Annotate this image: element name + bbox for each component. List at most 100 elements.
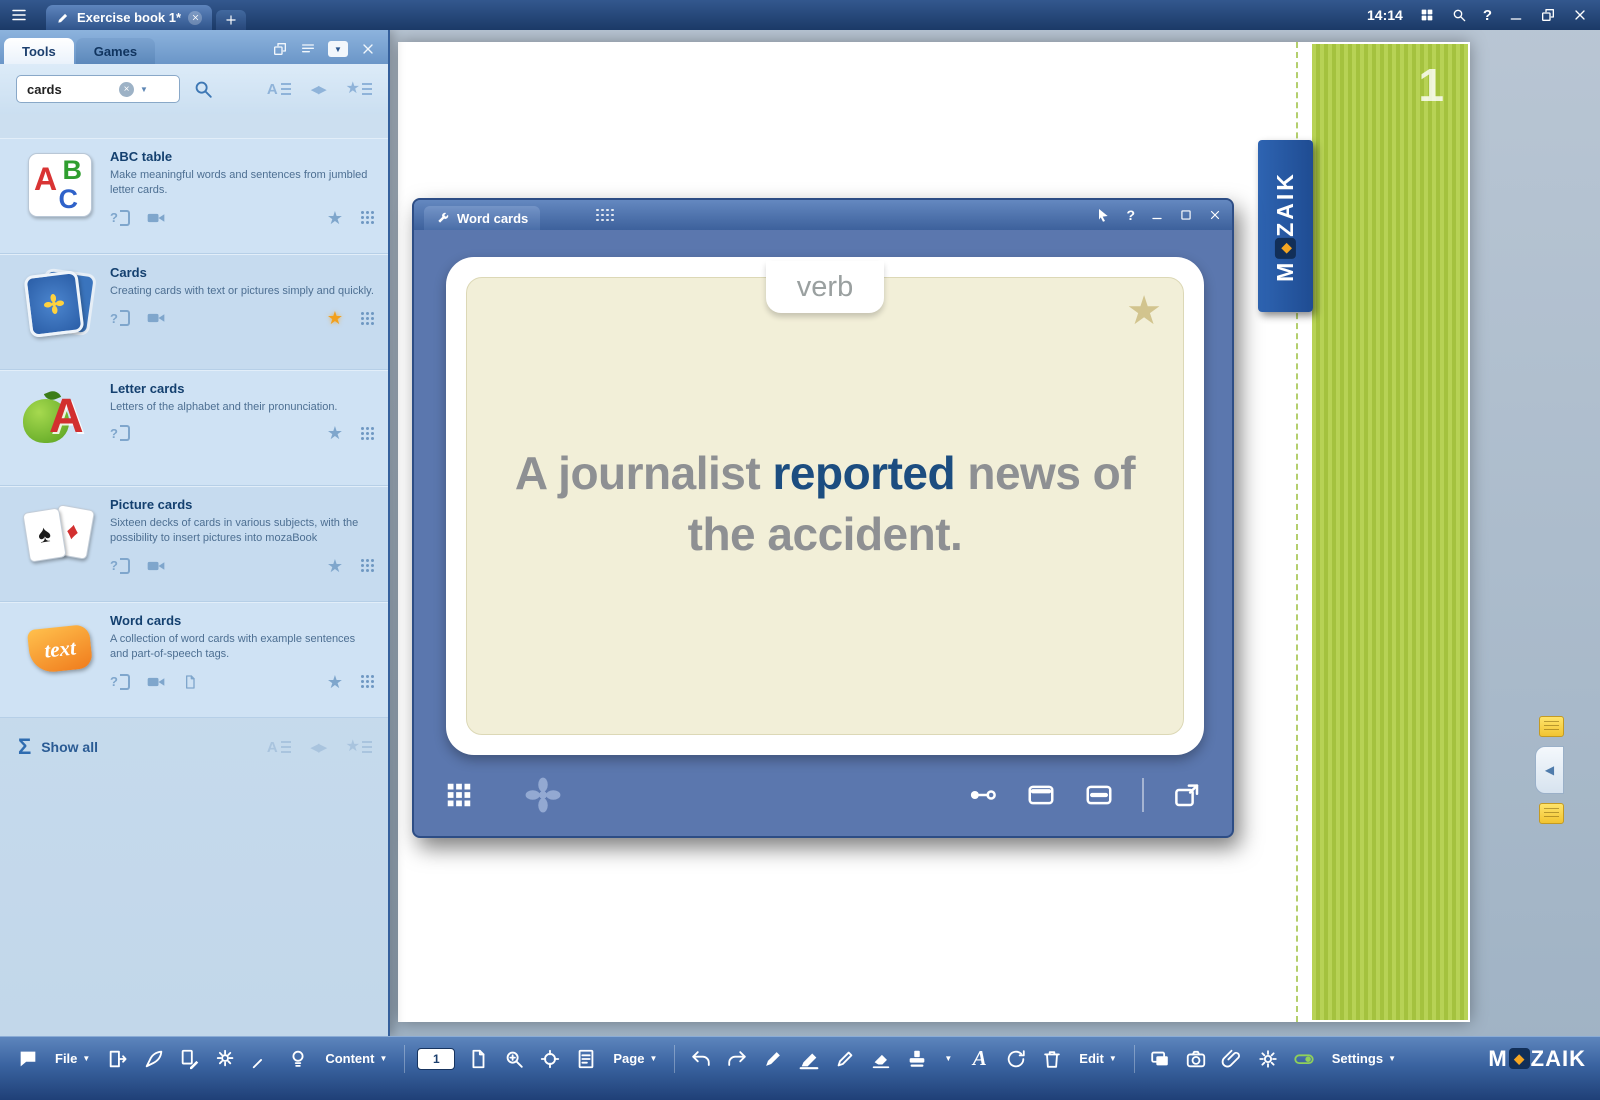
help-button[interactable]: ? bbox=[1483, 8, 1492, 23]
bookmark-note-icon[interactable] bbox=[1539, 716, 1564, 737]
dots-grid-icon[interactable] bbox=[361, 559, 374, 572]
panel-dropdown-button[interactable]: ▼ bbox=[328, 41, 348, 57]
eraser-icon[interactable] bbox=[870, 1048, 892, 1070]
video-icon[interactable] bbox=[146, 208, 166, 228]
undo-icon[interactable] bbox=[690, 1048, 712, 1070]
sort-alphabetical-icon[interactable]: A bbox=[267, 740, 291, 755]
window-help-button[interactable]: ? bbox=[1126, 207, 1135, 223]
help-icon[interactable]: ? bbox=[110, 310, 130, 326]
search-combo[interactable]: × ▼ bbox=[16, 75, 180, 103]
highlighter-icon[interactable] bbox=[798, 1048, 820, 1070]
tool-item-picture-cards[interactable]: ♦ ♠ Picture cards Sixteen decks of cards… bbox=[0, 486, 388, 602]
tool-item-cards[interactable]: Cards Creating cards with text or pictur… bbox=[0, 254, 388, 370]
favorites-filter-icon[interactable]: ★ bbox=[346, 739, 372, 755]
new-tab-button[interactable] bbox=[216, 10, 246, 30]
settings-menu[interactable]: Settings▼ bbox=[1327, 1045, 1401, 1072]
shuffle-toggle-icon[interactable] bbox=[968, 780, 998, 810]
apps-grid-button[interactable] bbox=[1419, 7, 1435, 23]
redo-icon[interactable] bbox=[726, 1048, 748, 1070]
help-icon[interactable]: ? bbox=[110, 674, 130, 690]
page-menu[interactable]: Page▼ bbox=[608, 1045, 662, 1072]
page-list-icon[interactable] bbox=[575, 1048, 597, 1070]
notes-icon[interactable] bbox=[179, 1048, 201, 1070]
exercise-book-tab[interactable]: Exercise book 1* bbox=[46, 5, 212, 30]
part-of-speech-tab[interactable]: verb bbox=[766, 261, 884, 313]
card-back-button[interactable] bbox=[1084, 780, 1114, 810]
panel-pull-tab[interactable]: ◀ bbox=[1535, 746, 1564, 794]
attachment-icon[interactable] bbox=[1221, 1048, 1243, 1070]
help-icon[interactable]: ? bbox=[110, 210, 130, 226]
delete-icon[interactable] bbox=[1041, 1048, 1063, 1070]
dart-icon[interactable] bbox=[251, 1048, 273, 1070]
toggle-switch-icon[interactable] bbox=[1293, 1048, 1315, 1070]
tool-item-word-cards[interactable]: text Word cards A collection of word car… bbox=[0, 602, 388, 718]
favorite-star-icon[interactable]: ★ bbox=[327, 673, 343, 691]
edit-menu[interactable]: Edit▼ bbox=[1074, 1045, 1121, 1072]
show-all-link[interactable]: Show all bbox=[41, 739, 98, 755]
undock-panel-icon[interactable] bbox=[272, 41, 288, 57]
deck-grid-button[interactable] bbox=[444, 780, 474, 810]
help-icon[interactable]: ? bbox=[110, 425, 130, 441]
sort-alphabetical-icon[interactable]: A bbox=[267, 82, 291, 97]
next-card-button[interactable] bbox=[1172, 780, 1202, 810]
window-maximize-button[interactable] bbox=[1179, 208, 1193, 222]
favorites-filter-icon[interactable]: ★ bbox=[346, 81, 372, 97]
card-favorite-star-icon[interactable]: ★ bbox=[1126, 291, 1162, 331]
list-view-icon[interactable] bbox=[300, 41, 316, 57]
word-cards-window[interactable]: Word cards ? verb ★ A journalist reporte… bbox=[412, 198, 1234, 838]
dots-grid-icon[interactable] bbox=[361, 312, 374, 325]
drawing-tools-dropdown[interactable]: ▼ bbox=[939, 1045, 957, 1072]
zoom-icon[interactable] bbox=[503, 1048, 525, 1070]
pencil-draw-icon[interactable] bbox=[834, 1048, 856, 1070]
pointer-mode-icon[interactable] bbox=[1095, 207, 1111, 223]
window-close-button[interactable] bbox=[1208, 208, 1222, 222]
rotate-icon[interactable] bbox=[1005, 1048, 1027, 1070]
stamp-icon[interactable] bbox=[906, 1048, 928, 1070]
panel-close-button[interactable] bbox=[360, 41, 376, 57]
search-button[interactable] bbox=[1451, 7, 1467, 23]
dots-grid-icon[interactable] bbox=[361, 427, 374, 440]
page-number-box[interactable]: 1 bbox=[417, 1048, 455, 1070]
document-icon[interactable] bbox=[182, 674, 198, 690]
window-minimize-button[interactable] bbox=[1150, 208, 1164, 222]
pen-tool-icon[interactable] bbox=[143, 1048, 165, 1070]
compare-arrows-icon[interactable]: ◀▶ bbox=[311, 741, 326, 754]
favorite-star-icon[interactable]: ★ bbox=[327, 424, 343, 442]
tab-close-button[interactable] bbox=[188, 11, 202, 25]
text-tool-icon[interactable]: A bbox=[973, 1048, 987, 1069]
tab-games[interactable]: Games bbox=[76, 38, 155, 64]
help-icon[interactable]: ? bbox=[110, 558, 130, 574]
search-input[interactable] bbox=[25, 81, 115, 98]
gear-icon[interactable] bbox=[1257, 1048, 1279, 1070]
media-icon[interactable] bbox=[1149, 1048, 1171, 1070]
tools-gear-icon[interactable] bbox=[215, 1048, 237, 1070]
tool-item-abc-table[interactable]: A B C ABC table Make meaningful words an… bbox=[0, 138, 388, 254]
favorite-star-icon[interactable]: ★ bbox=[327, 209, 343, 227]
file-menu[interactable]: File▼ bbox=[50, 1045, 95, 1072]
import-icon[interactable] bbox=[107, 1048, 129, 1070]
video-icon[interactable] bbox=[146, 556, 166, 576]
favorite-star-icon[interactable]: ★ bbox=[327, 557, 343, 575]
favorite-star-icon-active[interactable]: ★ bbox=[327, 309, 343, 327]
dots-grid-icon[interactable] bbox=[361, 675, 374, 688]
content-menu[interactable]: Content▼ bbox=[320, 1045, 392, 1072]
minimize-button[interactable] bbox=[1508, 7, 1524, 23]
main-menu-button[interactable] bbox=[0, 0, 38, 30]
word-cards-titlebar[interactable]: Word cards ? bbox=[414, 200, 1232, 230]
pen-icon[interactable] bbox=[762, 1048, 784, 1070]
tab-tools[interactable]: Tools bbox=[4, 38, 74, 64]
dots-grid-icon[interactable] bbox=[361, 211, 374, 224]
page-preview-icon[interactable] bbox=[467, 1048, 489, 1070]
camera-icon[interactable] bbox=[1185, 1048, 1207, 1070]
restore-button[interactable] bbox=[1540, 7, 1556, 23]
close-button[interactable] bbox=[1572, 7, 1588, 23]
ideas-icon[interactable] bbox=[287, 1048, 309, 1070]
drag-handle-icon[interactable] bbox=[596, 209, 618, 222]
pan-icon[interactable] bbox=[539, 1048, 561, 1070]
video-icon[interactable] bbox=[146, 308, 166, 328]
clear-search-button[interactable]: × bbox=[119, 82, 134, 97]
search-history-chevron[interactable]: ▼ bbox=[138, 85, 150, 94]
video-icon[interactable] bbox=[146, 672, 166, 692]
word-cards-window-tab[interactable]: Word cards bbox=[424, 206, 540, 230]
bookmark-note-icon[interactable] bbox=[1539, 803, 1564, 824]
